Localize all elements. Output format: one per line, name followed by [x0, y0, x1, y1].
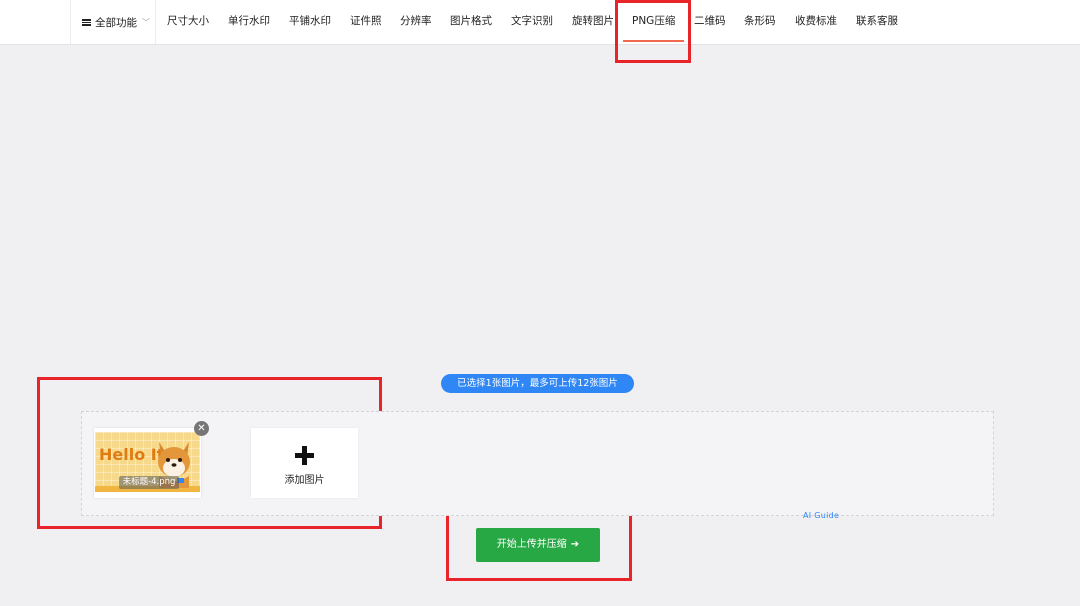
plus-icon	[295, 446, 314, 465]
all-functions-label: 全部功能	[95, 16, 137, 29]
nav-item-text-recognition[interactable]: 文字识别	[511, 0, 553, 44]
upload-dropzone[interactable]	[81, 411, 994, 516]
top-navigation-bar: 全部功能 ﹀ 尺寸大小 单行水印 平铺水印 证件照 分辨率 图片格式 文字识别 …	[0, 0, 1080, 45]
uploaded-image-card[interactable]: Hello It's 未标题-4.png	[94, 428, 201, 498]
chevron-down-icon: ﹀	[142, 17, 150, 27]
menu-icon	[82, 18, 91, 26]
file-name-label: 未标题-4.png	[119, 476, 179, 489]
ai-guide-link[interactable]: AI Guide	[803, 511, 839, 520]
add-image-button[interactable]: 添加图片	[251, 428, 358, 498]
nav-item-single-watermark[interactable]: 单行水印	[228, 0, 270, 44]
highlight-box-nav	[615, 0, 691, 63]
nav-item-rotate-image[interactable]: 旋转图片	[572, 0, 614, 44]
nav-item-id-photo[interactable]: 证件照	[350, 0, 382, 44]
all-functions-menu[interactable]: 全部功能 ﹀	[70, 0, 156, 44]
arrow-right-icon: ➔	[570, 539, 580, 550]
selection-status-badge: 已选择1张图片，最多可上传12张图片	[441, 374, 634, 393]
image-thumbnail: Hello It's 未标题-4.png	[95, 432, 200, 492]
start-upload-compress-button[interactable]: 开始上传并压缩 ➔	[476, 528, 600, 562]
nav-item-image-format[interactable]: 图片格式	[450, 0, 492, 44]
nav-item-resolution[interactable]: 分辨率	[400, 0, 432, 44]
start-button-label: 开始上传并压缩	[496, 539, 567, 550]
add-image-label: 添加图片	[284, 475, 325, 486]
nav-item-barcode[interactable]: 条形码	[744, 0, 776, 44]
nav-item-tiled-watermark[interactable]: 平铺水印	[289, 0, 331, 44]
nav-item-pricing[interactable]: 收费标准	[795, 0, 837, 44]
nav-item-qrcode[interactable]: 二维码	[694, 0, 726, 44]
remove-icon[interactable]: ✕	[194, 421, 209, 436]
nav-item-size[interactable]: 尺寸大小	[167, 0, 209, 44]
nav-item-customer-service[interactable]: 联系客服	[856, 0, 898, 44]
